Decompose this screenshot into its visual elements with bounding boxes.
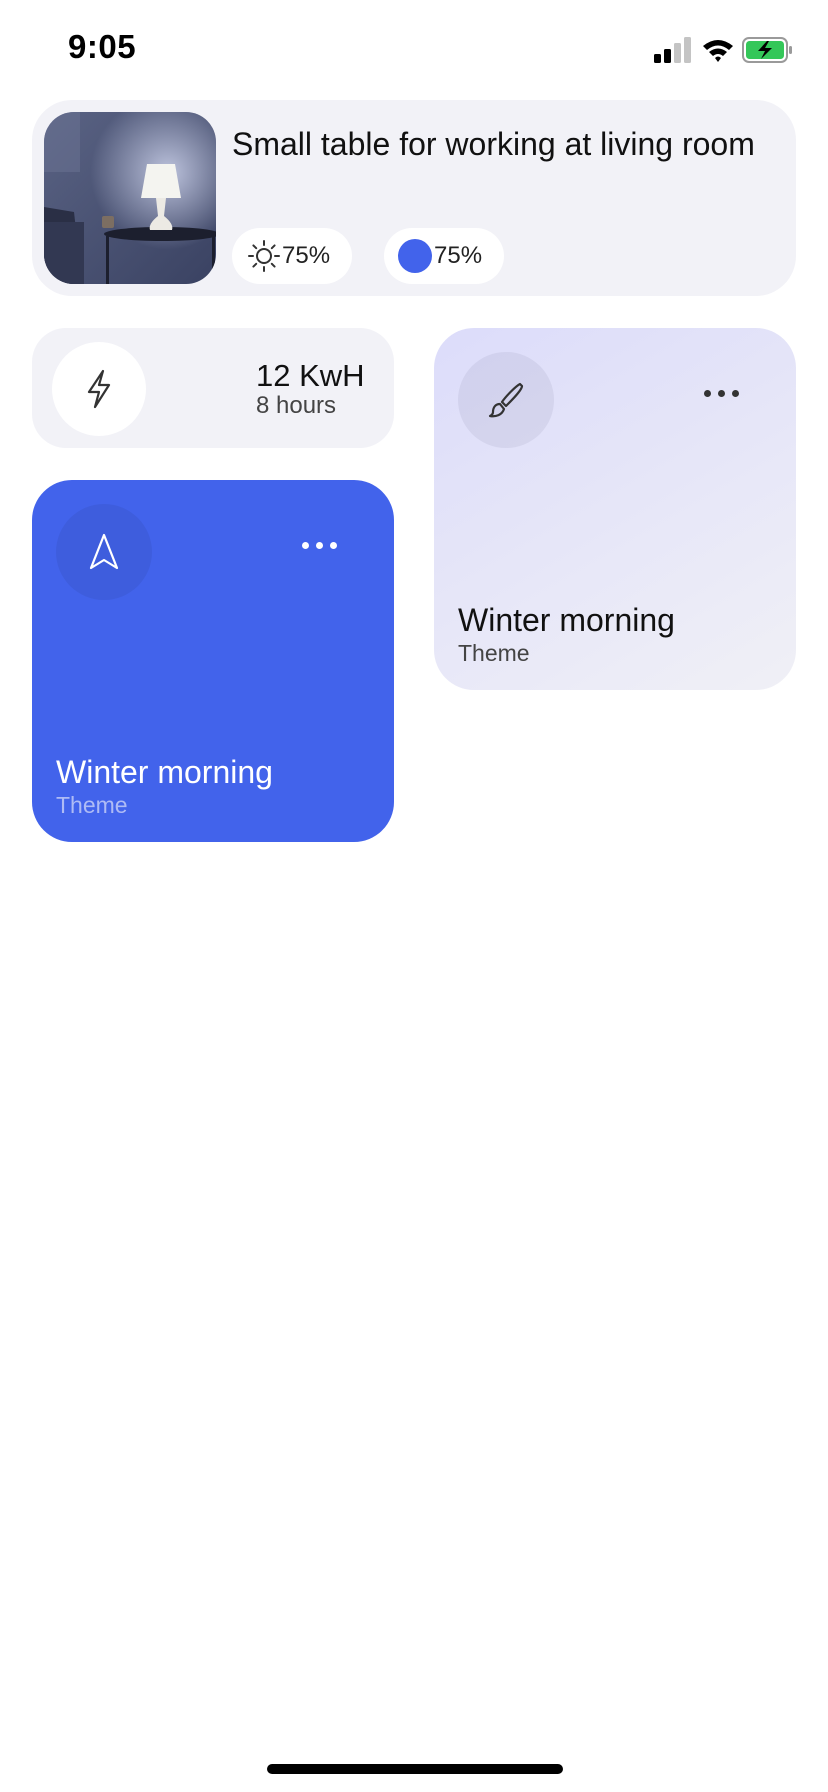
lightning-icon: [52, 342, 146, 436]
theme-name: Winter morning: [458, 602, 675, 638]
theme-subtitle: Theme: [56, 792, 128, 818]
device-card[interactable]: Small table for working at living room 7…: [32, 100, 796, 296]
energy-card[interactable]: 12 KwH 8 hours: [32, 328, 394, 448]
color-pill[interactable]: 75%: [384, 228, 504, 284]
color-value: 75%: [434, 242, 483, 269]
brightness-pill[interactable]: 75%: [232, 228, 352, 284]
theme-card-active[interactable]: Winter morning Theme: [32, 480, 394, 842]
navigation-arrow-icon: [56, 504, 152, 600]
paintbrush-icon: [458, 352, 554, 448]
more-options-icon[interactable]: [302, 542, 337, 549]
sun-icon: [246, 238, 282, 274]
cellular-signal-icon: [654, 37, 691, 63]
device-title: Small table for working at living room: [232, 126, 755, 162]
brightness-value: 75%: [282, 242, 331, 269]
energy-duration: 8 hours: [256, 392, 337, 419]
color-swatch: [398, 239, 432, 273]
energy-value: 12 KwH: [256, 358, 365, 393]
more-options-icon[interactable]: [704, 390, 739, 397]
home-indicator[interactable]: [267, 1764, 563, 1774]
battery-icon: [742, 37, 792, 63]
theme-subtitle: Theme: [458, 640, 530, 666]
status-time: 9:05: [68, 28, 137, 65]
lamp-photo: [44, 112, 216, 284]
status-icons: [648, 34, 798, 66]
wifi-icon: [703, 40, 733, 62]
theme-name: Winter morning: [56, 754, 273, 790]
theme-card[interactable]: Winter morning Theme: [434, 328, 796, 690]
